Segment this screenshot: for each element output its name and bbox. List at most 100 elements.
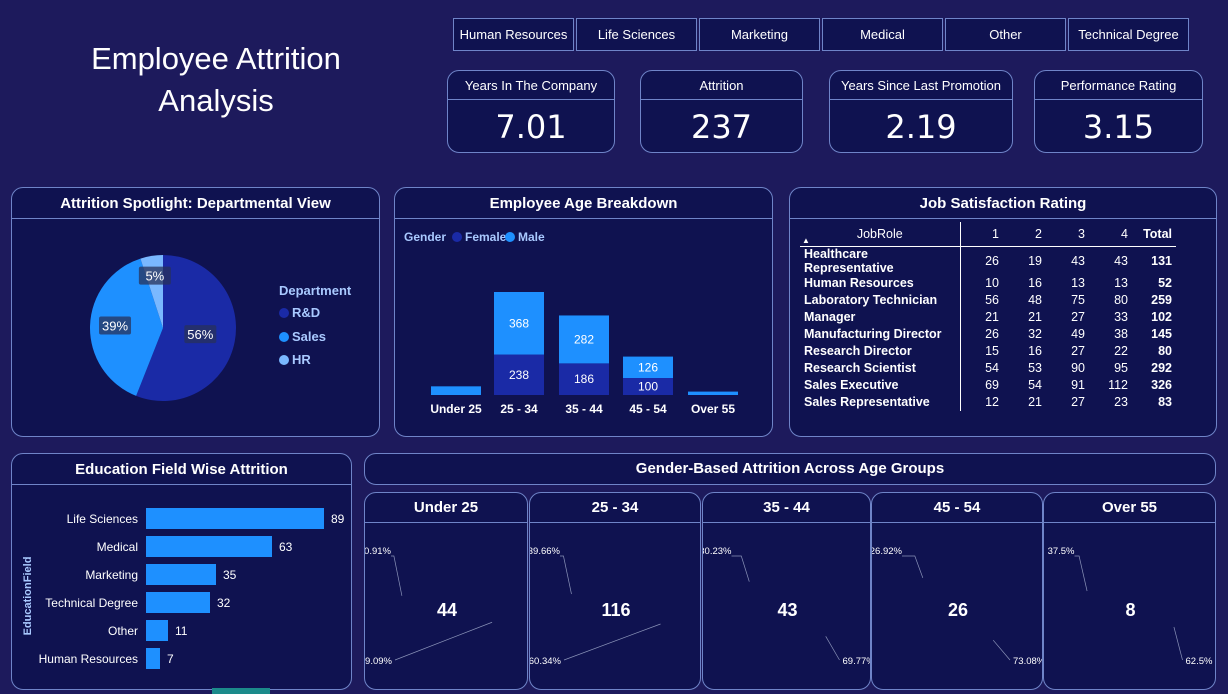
kpi-performance-rating: Performance Rating 3.15: [1034, 70, 1203, 153]
column-header-4[interactable]: 4: [1089, 222, 1132, 246]
data-label: 39%: [102, 318, 128, 333]
data-label: 126: [638, 360, 658, 374]
filter-human-resources[interactable]: Human Resources: [453, 18, 574, 51]
filter-other[interactable]: Other: [945, 18, 1066, 51]
job-satisfaction-panel: Job Satisfaction Rating JobRole ▲ 1 2 3 4…: [789, 187, 1217, 437]
axis-label: EducationField: [22, 557, 34, 636]
filter-marketing[interactable]: Marketing: [699, 18, 820, 51]
table-row: Laboratory Technician 56 48 75 80 259: [800, 291, 1176, 309]
kpi-attrition: Attrition 237: [640, 70, 803, 153]
table-cell: 56: [985, 293, 999, 307]
table-cell-total: 52: [1158, 276, 1172, 290]
department-panel: Attrition Spotlight: Departmental View 5…: [11, 187, 380, 437]
legend-dot: [452, 232, 462, 242]
legend-dot: [279, 355, 289, 365]
table-cell: 21: [985, 310, 999, 324]
card-title: Over 55: [1044, 493, 1215, 523]
age-bar-chart: Under 25 238 368 25 - 34 186 282 35 - 44 100 126…: [430, 292, 738, 416]
legend-label: R&D: [292, 305, 321, 320]
table-cell-role: Research Director: [800, 342, 961, 360]
column-header-jobrole[interactable]: JobRole ▲: [800, 222, 961, 246]
department-pie-chart: 56% 39% 5%: [89, 255, 236, 401]
filter-technical-degree[interactable]: Technical Degree: [1068, 18, 1189, 51]
legend-label: Sales: [292, 329, 326, 344]
legend-title: Department: [279, 283, 352, 298]
tick-label: 35 - 44: [565, 402, 603, 416]
column-header-3[interactable]: 3: [1046, 222, 1089, 246]
data-label: 368: [509, 316, 529, 330]
tick-label: Technical Degree: [45, 596, 138, 610]
tick-label: Other: [108, 624, 138, 638]
table-cell: 15: [985, 344, 999, 358]
column-header-total[interactable]: Total: [1132, 222, 1176, 246]
data-label: 238: [509, 368, 529, 382]
table-cell: 13: [1071, 276, 1085, 290]
donut-total: 43: [777, 600, 797, 620]
table-cell: 43: [1071, 253, 1085, 268]
table-cell: 38: [1114, 327, 1128, 341]
column-header-1[interactable]: 1: [960, 222, 1003, 246]
table-cell-total: 102: [1151, 310, 1172, 324]
page-scroll-tab[interactable]: [212, 688, 270, 694]
table-cell-total: 145: [1151, 327, 1172, 341]
sort-triangle-icon: ▲: [802, 235, 810, 245]
table-cell: 54: [1028, 378, 1042, 392]
data-label-female: 40.91%: [365, 546, 392, 557]
kpi-label: Years In The Company: [448, 71, 614, 100]
donut-chart: 116 39.66% 60.34%: [530, 546, 661, 667]
table-cell: 16: [1028, 276, 1042, 290]
donut-total: 8: [1125, 600, 1135, 620]
donut-card-under-25: Under 25 44 40.91% 59.09%: [364, 492, 528, 690]
data-label-male: 69.77%: [843, 656, 871, 667]
table-cell-role: Sales Representative: [800, 393, 961, 411]
legend-item-female: Female: [452, 230, 506, 244]
leader-line: [563, 623, 661, 661]
leader-line: [1173, 626, 1183, 661]
data-label: 5%: [145, 269, 164, 284]
kpi-value: 2.19: [885, 108, 957, 146]
table-cell: 75: [1071, 293, 1085, 307]
table-cell: 54: [985, 361, 999, 375]
table-cell-role: Manager: [800, 308, 961, 326]
table-cell: 33: [1114, 310, 1128, 324]
filter-medical[interactable]: Medical: [822, 18, 943, 51]
panel-title: Employee Age Breakdown: [395, 188, 772, 219]
education-bar-chart: Life Sciences 89 Medical 63 Marketing 35 Techn…: [22, 508, 345, 669]
table-cell: 49: [1071, 327, 1085, 341]
kpi-label: Years Since Last Promotion: [830, 71, 1012, 100]
table-row: Healthcare Representative 26 19 43 43 131: [800, 246, 1176, 275]
table-header-row: JobRole ▲ 1 2 3 4 Total: [800, 222, 1176, 246]
donut-chart: 26 26.92% 73.08%: [872, 546, 1042, 667]
legend-title: Gender: [404, 230, 447, 244]
panel-title: Job Satisfaction Rating: [790, 188, 1216, 219]
data-label-female: 26.92%: [872, 546, 903, 557]
filter-life-sciences[interactable]: Life Sciences: [576, 18, 697, 51]
legend-label: HR: [292, 352, 311, 367]
table-cell-role: Healthcare Representative: [800, 246, 961, 275]
donut-total: 116: [601, 600, 630, 620]
age-panel: Employee Age Breakdown Gender Female Mal…: [394, 187, 773, 437]
data-label: 7: [167, 652, 174, 666]
table-cell-role: Human Resources: [800, 274, 961, 292]
leader-line: [560, 555, 572, 595]
data-label-male: 60.34%: [530, 656, 562, 667]
table-row: Research Director 15 16 27 22 80: [800, 342, 1176, 360]
table-cell-total: 80: [1158, 344, 1172, 358]
table-cell: 16: [1028, 344, 1042, 358]
legend-item-male: Male: [505, 230, 545, 244]
leader-line: [992, 639, 1011, 661]
table-cell-role: Sales Executive: [800, 376, 961, 394]
tick-label: Human Resources: [39, 652, 138, 666]
column-header-2[interactable]: 2: [1003, 222, 1046, 246]
panel-title: Education Field Wise Attrition: [12, 454, 351, 485]
card-title: Under 25: [365, 493, 527, 523]
table-cell-role: Manufacturing Director: [800, 325, 961, 343]
table-row: Manufacturing Director 26 32 49 38 145: [800, 325, 1176, 343]
bar-segment: [431, 386, 481, 395]
card-title: 25 - 34: [530, 493, 700, 523]
table-cell-role: Research Scientist: [800, 359, 961, 377]
leader-line: [394, 621, 493, 661]
table-cell: 27: [1071, 344, 1085, 358]
donut-chart: 43 30.23% 69.77%: [703, 546, 871, 667]
table-cell: 48: [1028, 293, 1042, 307]
